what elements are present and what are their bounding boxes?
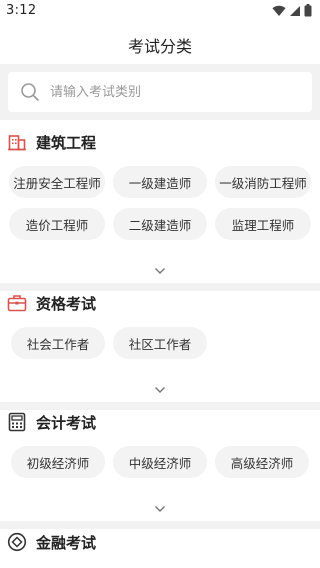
section-header: 金融考试 [0,531,320,553]
expand-button[interactable] [151,265,169,277]
status-time: 3:12 [6,3,37,18]
cellular-signal-icon [290,5,300,16]
chip-item[interactable]: 一级建造师 [113,166,207,198]
wifi-icon [272,5,286,16]
chip-item[interactable]: 监理工程师 [215,208,311,240]
status-icons [272,4,312,17]
chevron-down-icon [155,387,165,393]
status-bar: 3:12 [0,0,320,22]
search-bar [0,64,320,120]
header: 考试分类 [0,22,320,64]
chip-item[interactable]: 社区工作者 [113,327,207,359]
chip-item[interactable]: 二级建造师 [113,208,207,240]
section-title: 建筑工程 [36,134,97,152]
chip-item[interactable]: 社会工作者 [11,327,105,359]
section-construction: 建筑工程 注册安全工程师 一级建造师 一级消防工程师 造价工程师 二级建造师 监… [0,131,320,251]
chevron-down-icon [155,268,165,274]
section-header: 建筑工程 [0,131,320,153]
calculator-icon [8,412,26,432]
chip-item[interactable]: 中级经济师 [113,446,207,478]
expand-button[interactable] [151,503,169,515]
chip-item[interactable]: 一级消防工程师 [215,166,311,198]
section-divider [0,402,320,410]
section-finance: 金融考试 [0,531,320,561]
section-title: 资格考试 [36,295,97,313]
section-title: 金融考试 [36,534,97,552]
chip-item[interactable]: 初级经济师 [11,446,105,478]
page-title: 考试分类 [127,37,192,56]
section-header: 资格考试 [0,292,320,314]
chevron-down-icon [155,506,165,512]
search-box[interactable] [8,72,312,112]
chip-item[interactable]: 注册安全工程师 [9,166,105,198]
building-icon [8,135,26,151]
briefcase-icon [7,295,27,312]
section-title: 会计考试 [36,414,97,432]
section-header: 会计考试 [0,411,320,433]
section-divider [0,521,320,529]
battery-icon [304,4,312,17]
section-qualification: 资格考试 社会工作者 社区工作者 [0,292,320,362]
chip-item[interactable]: 造价工程师 [9,208,105,240]
finance-icon [7,532,27,552]
chip-item[interactable]: 高级经济师 [215,446,309,478]
section-divider [0,283,320,291]
section-accounting: 会计考试 初级经济师 中级经济师 高级经济师 [0,411,320,481]
expand-button[interactable] [151,384,169,396]
search-input[interactable] [50,72,300,112]
search-icon [21,83,39,101]
